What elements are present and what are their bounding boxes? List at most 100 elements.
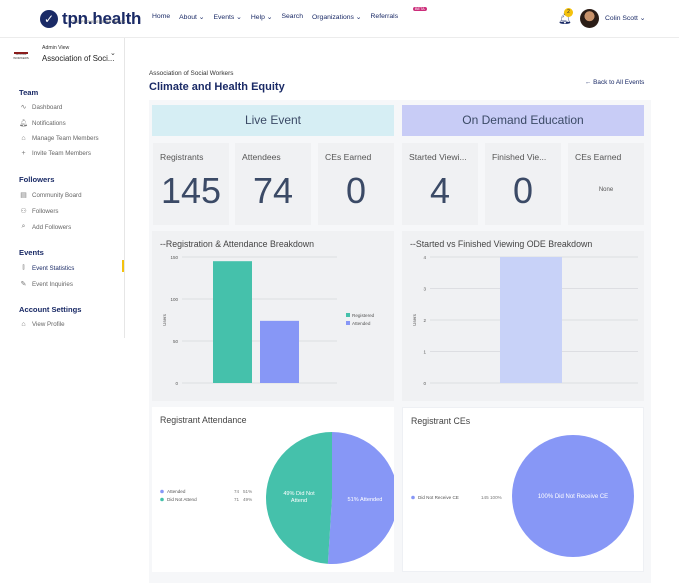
stat-card-attendees: Attendees 74 bbox=[235, 143, 311, 225]
admin-view-label: Admin View bbox=[42, 45, 70, 51]
pulse-icon: ∿ bbox=[20, 104, 27, 111]
nav-home[interactable]: Home bbox=[152, 13, 170, 21]
legend-count: 71 bbox=[234, 497, 240, 502]
beta-badge: BETA bbox=[413, 7, 427, 11]
sidebar-item-event-inquiries[interactable]: ✎ Event Inquiries bbox=[19, 280, 73, 289]
nav-help[interactable]: Help ⌄ bbox=[251, 13, 273, 21]
registrant-attendance-pie: 51% Attended 49% Did NotAttend Attended 74 5… bbox=[160, 432, 394, 564]
sidebar-item-notifications[interactable]: 🔔︎ Notifications bbox=[19, 119, 66, 128]
slice-label: 49% Did Not bbox=[283, 491, 315, 497]
stat-card-registrants: Registrants 145 bbox=[153, 143, 229, 225]
followers-icon: ⚇ bbox=[20, 208, 27, 215]
org-switcher[interactable]: Association of Soci... bbox=[42, 54, 114, 63]
slice-label: 51% Attended bbox=[348, 497, 383, 503]
page-title: Climate and Health Equity bbox=[149, 81, 285, 93]
stat-label: Registrants bbox=[160, 152, 204, 162]
sidebar-item-dashboard[interactable]: ∿ Dashboard bbox=[19, 103, 63, 112]
sidebar-item-label: Event Statistics bbox=[32, 264, 75, 272]
stat-value: 145 bbox=[160, 170, 222, 211]
registrant-ces-pie: 100% Did Not Receive CE Did Not Receive C… bbox=[411, 435, 634, 557]
registration-attendance-chart: 0 50 100 150 Users Registered Attended bbox=[162, 255, 375, 386]
y-tick-label: 100 bbox=[170, 297, 178, 302]
legend-label: Attended bbox=[352, 321, 371, 326]
sidebar-item-add-followers[interactable]: ⌕ Add Followers bbox=[19, 223, 72, 231]
stat-label: Started Viewi... bbox=[409, 152, 467, 162]
slice-label-continued: Attend bbox=[291, 498, 307, 504]
inquiry-icon: ✎ bbox=[20, 281, 27, 288]
sidebar-item-invite-team[interactable]: + Invite Team Members bbox=[19, 150, 91, 157]
sidebar-item-label: Manage Team Members bbox=[32, 135, 99, 142]
stat-value: 0 bbox=[345, 170, 367, 211]
team-icon: ⌂ bbox=[21, 135, 26, 142]
sidebar-item-community-board[interactable]: ▤ Community Board bbox=[19, 191, 82, 200]
nav-organizations[interactable]: Organizations ⌄ bbox=[312, 13, 362, 21]
legend-count: 145 bbox=[481, 495, 489, 500]
y-tick-label: 150 bbox=[170, 255, 178, 260]
legend-label: Attended bbox=[167, 489, 186, 494]
stat-card-ces-earned: CEs Earned 0 bbox=[318, 143, 394, 225]
user-menu[interactable]: Colin Scott ⌄ bbox=[605, 14, 645, 22]
stat-card-ode-ces-earned: CEs Earned None bbox=[568, 143, 644, 225]
sidebar-item-label: Event Inquiries bbox=[32, 280, 73, 288]
board-icon: ▤ bbox=[20, 192, 27, 199]
sidebar-item-followers[interactable]: ⚇ Followers bbox=[19, 207, 59, 216]
legend-swatch bbox=[346, 321, 350, 325]
legend-label: Registered bbox=[352, 313, 375, 318]
y-tick-label: 2 bbox=[423, 318, 426, 323]
nav-about[interactable]: About ⌄ bbox=[179, 13, 204, 21]
section-title-followers: Followers bbox=[19, 175, 55, 184]
slice-label: 100% Did Not Receive CE bbox=[538, 494, 608, 500]
registration-attendance-chart-card: --Registration & Attendance Breakdown 05… bbox=[152, 231, 394, 401]
stat-value: 4 bbox=[429, 170, 451, 211]
main-nav: Home About ⌄ Events ⌄ Help ⌄ Search Orga… bbox=[152, 13, 407, 21]
sidebar-item-label: Dashboard bbox=[32, 103, 63, 111]
stat-label: CEs Earned bbox=[325, 152, 372, 162]
stat-value: 74 bbox=[252, 170, 294, 211]
legend-percent: 49% bbox=[243, 497, 252, 502]
sidebar-item-label: View Profile bbox=[32, 321, 65, 328]
y-axis-label: Users bbox=[412, 313, 417, 326]
nav-referrals[interactable]: Referrals bbox=[371, 13, 399, 21]
sidebar-item-label: Followers bbox=[32, 207, 59, 215]
nav-events[interactable]: Events ⌄ bbox=[214, 13, 242, 21]
sidebar-item-view-profile[interactable]: ⌂ View Profile bbox=[19, 321, 65, 328]
live-event-header: Live Event bbox=[152, 105, 394, 136]
bar-started bbox=[500, 257, 562, 383]
breadcrumb[interactable]: Association of Social Workers bbox=[149, 70, 233, 77]
sidebar-item-manage-team[interactable]: ⌂ Manage Team Members bbox=[19, 135, 99, 142]
chevron-down-icon[interactable]: ⌄ bbox=[110, 49, 116, 57]
stat-label: Finished Vie... bbox=[492, 152, 547, 162]
on-demand-education-header: On Demand Education bbox=[402, 105, 644, 136]
stat-card-finished-viewing: Finished Vie... 0 bbox=[485, 143, 561, 225]
tpn-logo[interactable]: ✓ tpn.health bbox=[40, 9, 141, 29]
legend-swatch bbox=[346, 313, 350, 317]
sidebar-item-label: Invite Team Members bbox=[32, 150, 92, 157]
nav-search[interactable]: Search bbox=[281, 13, 303, 21]
logo-check-icon: ✓ bbox=[40, 10, 58, 28]
legend-count: 74 bbox=[234, 489, 240, 494]
y-tick-label: 50 bbox=[173, 339, 179, 344]
ode-viewing-chart: 0 1 2 3 4 Users bbox=[412, 255, 638, 386]
section-title-events: Events bbox=[19, 248, 44, 257]
stats-icon: ⫾ bbox=[22, 264, 25, 271]
sidebar-item-event-statistics[interactable]: ⫾ Event Statistics bbox=[19, 264, 74, 272]
logo-subtitle: THE PROVIDERS NETWORK bbox=[72, 20, 126, 24]
bar-registered bbox=[213, 261, 252, 383]
y-tick-label: 4 bbox=[423, 255, 426, 260]
legend-dot bbox=[160, 497, 164, 502]
legend-percent: 51% bbox=[243, 489, 252, 494]
sidebar: SOCIAL WORKERS Admin View Association of… bbox=[0, 38, 125, 338]
sidebar-item-label: Add Followers bbox=[32, 223, 72, 231]
stat-label: CEs Earned bbox=[575, 152, 622, 162]
stat-label: Attendees bbox=[242, 152, 281, 162]
top-navigation-bar: ✓ tpn.health THE PROVIDERS NETWORK Home … bbox=[0, 0, 679, 38]
stat-value: 0 bbox=[512, 170, 534, 211]
y-tick-label: 1 bbox=[423, 350, 426, 355]
sidebar-item-label: Community Board bbox=[32, 191, 82, 199]
notification-count-badge: 2 bbox=[564, 8, 573, 17]
user-avatar[interactable] bbox=[580, 9, 599, 28]
back-to-all-events-link[interactable]: ← Back to All Events bbox=[585, 79, 644, 86]
registrant-attendance-card: Registrant Attendance 51% Attended 49% Di… bbox=[152, 407, 394, 572]
section-title-account-settings: Account Settings bbox=[19, 305, 82, 314]
ode-viewing-chart-card: --Started vs Finished Viewing ODE Breakd… bbox=[402, 231, 644, 401]
